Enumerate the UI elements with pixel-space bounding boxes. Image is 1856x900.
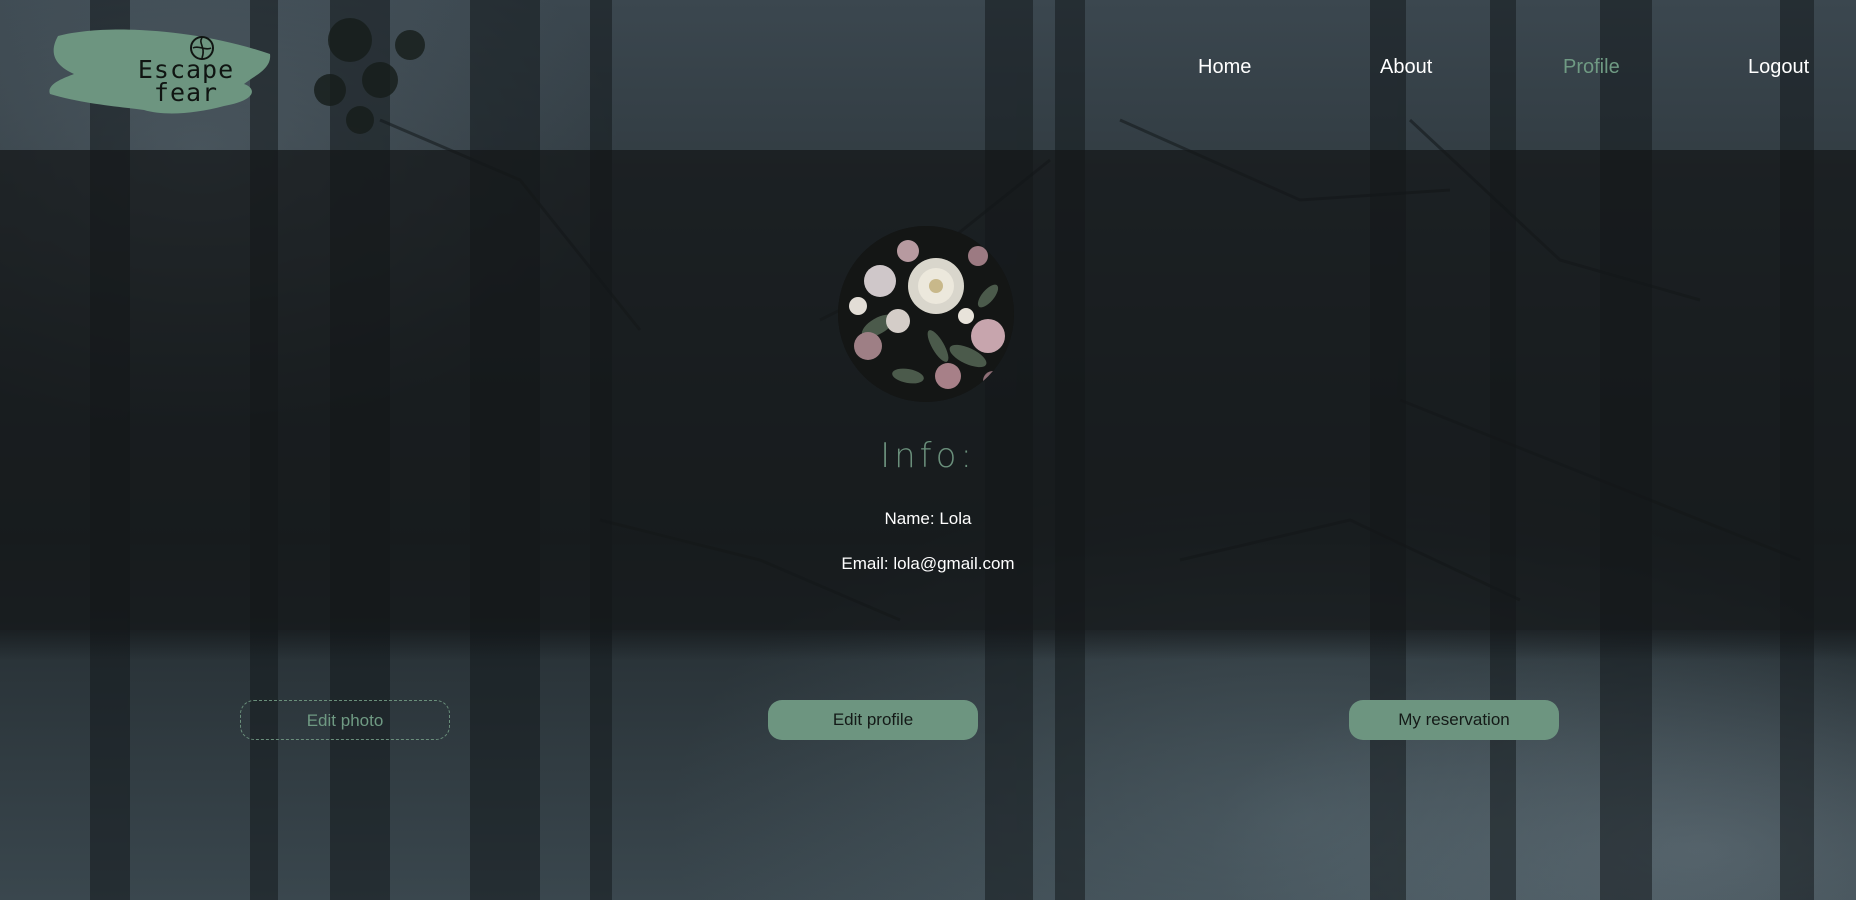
floral-avatar-image: [838, 226, 1014, 402]
profile-name: Name: Lola: [884, 509, 972, 528]
panel-shadow: [0, 630, 1856, 660]
profile-email: Email: lola@gmail.com: [841, 554, 1015, 573]
nav-logout[interactable]: Logout: [1748, 56, 1809, 79]
profile-page: Escape fear Home About Profile Logout In…: [0, 0, 1856, 900]
my-reservation-button[interactable]: My reservation: [1349, 700, 1559, 740]
info-title: Info:: [880, 436, 976, 476]
nav-home[interactable]: Home: [1198, 56, 1251, 79]
nav-about[interactable]: About: [1380, 56, 1432, 79]
nav-profile[interactable]: Profile: [1563, 56, 1620, 79]
edit-profile-button[interactable]: Edit profile: [768, 700, 978, 740]
main-nav: Home About Profile Logout: [0, 56, 1856, 86]
edit-photo-button[interactable]: Edit photo: [240, 700, 450, 740]
avatar: [838, 226, 1014, 402]
